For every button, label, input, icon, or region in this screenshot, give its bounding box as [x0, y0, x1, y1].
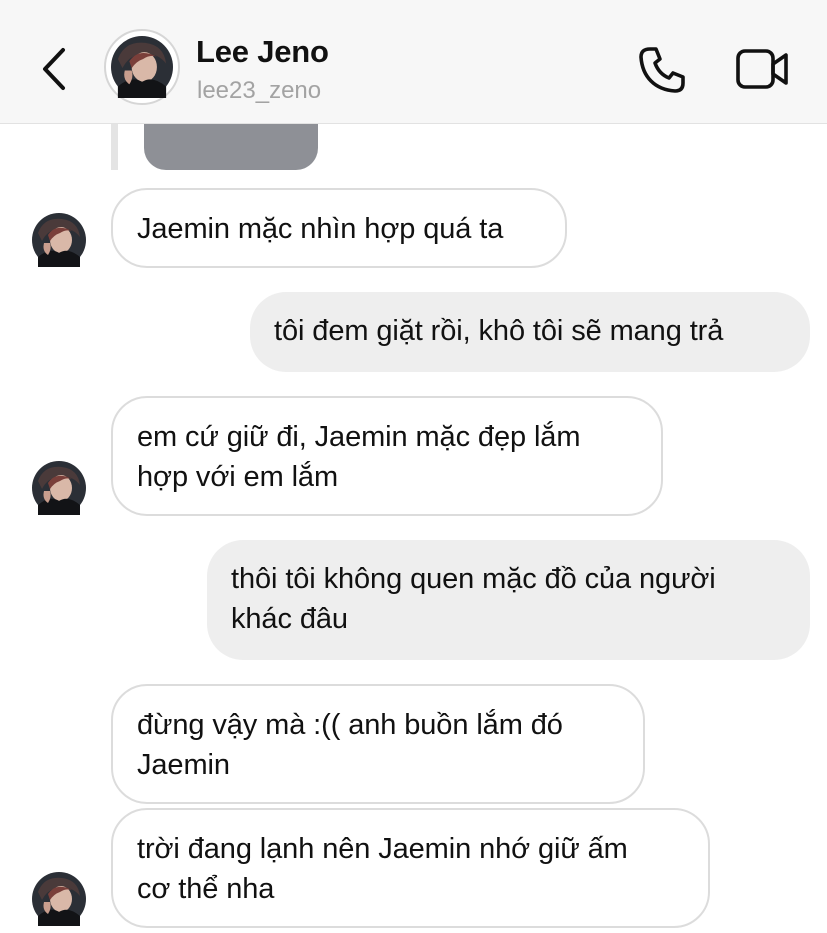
- chat-header: Lee Jeno lee23_zeno: [0, 0, 827, 124]
- message-text-line: em cứ giữ đi, Jaemin mặc đẹp lắm: [137, 421, 581, 453]
- message-text-line: trời đang lạnh nên Jaemin nhớ giữ ấm: [137, 833, 628, 865]
- contact-username: lee23_zeno: [197, 77, 322, 104]
- incoming-message[interactable]: trời đang lạnh nên Jaemin nhớ giữ ấm cơ …: [111, 808, 710, 928]
- sender-avatar[interactable]: [32, 461, 86, 515]
- incoming-message[interactable]: em cứ giữ đi, Jaemin mặc đẹp lắm hợp với…: [111, 396, 663, 516]
- contact-name[interactable]: Lee Jeno: [196, 34, 329, 70]
- sender-avatar[interactable]: [32, 872, 86, 926]
- outgoing-message[interactable]: tôi đem giặt rồi, khô tôi sẽ mang trả: [250, 292, 810, 372]
- outgoing-message[interactable]: thôi tôi không quen mặc đồ của người khá…: [207, 540, 810, 660]
- back-chevron-icon[interactable]: [38, 44, 74, 94]
- message-text-line: hợp với em lắm: [137, 461, 339, 493]
- video-camera-icon[interactable]: [734, 46, 790, 92]
- sender-avatar[interactable]: [32, 213, 86, 267]
- header-avatar[interactable]: [104, 29, 180, 105]
- incoming-message[interactable]: Jaemin mặc nhìn hợp quá ta: [111, 188, 567, 268]
- message-text-line: đừng vậy mà :(( anh buồn lắm đó: [137, 709, 563, 741]
- message-text-line: Jaemin: [137, 749, 230, 781]
- message-text-line: cơ thể nha: [137, 873, 275, 905]
- shared-media-preview[interactable]: [144, 124, 318, 170]
- message-text: tôi đem giặt rồi, khô tôi sẽ mang trả: [274, 315, 724, 347]
- profile-photo: [111, 36, 173, 98]
- reply-indicator: [111, 124, 118, 170]
- incoming-message[interactable]: đừng vậy mà :(( anh buồn lắm đó Jaemin: [111, 684, 645, 804]
- message-text-line: thôi tôi không quen mặc đồ của người: [231, 563, 716, 595]
- message-text: Jaemin mặc nhìn hợp quá ta: [137, 213, 504, 245]
- phone-icon[interactable]: [636, 44, 688, 96]
- message-text-line: khác đâu: [231, 603, 348, 635]
